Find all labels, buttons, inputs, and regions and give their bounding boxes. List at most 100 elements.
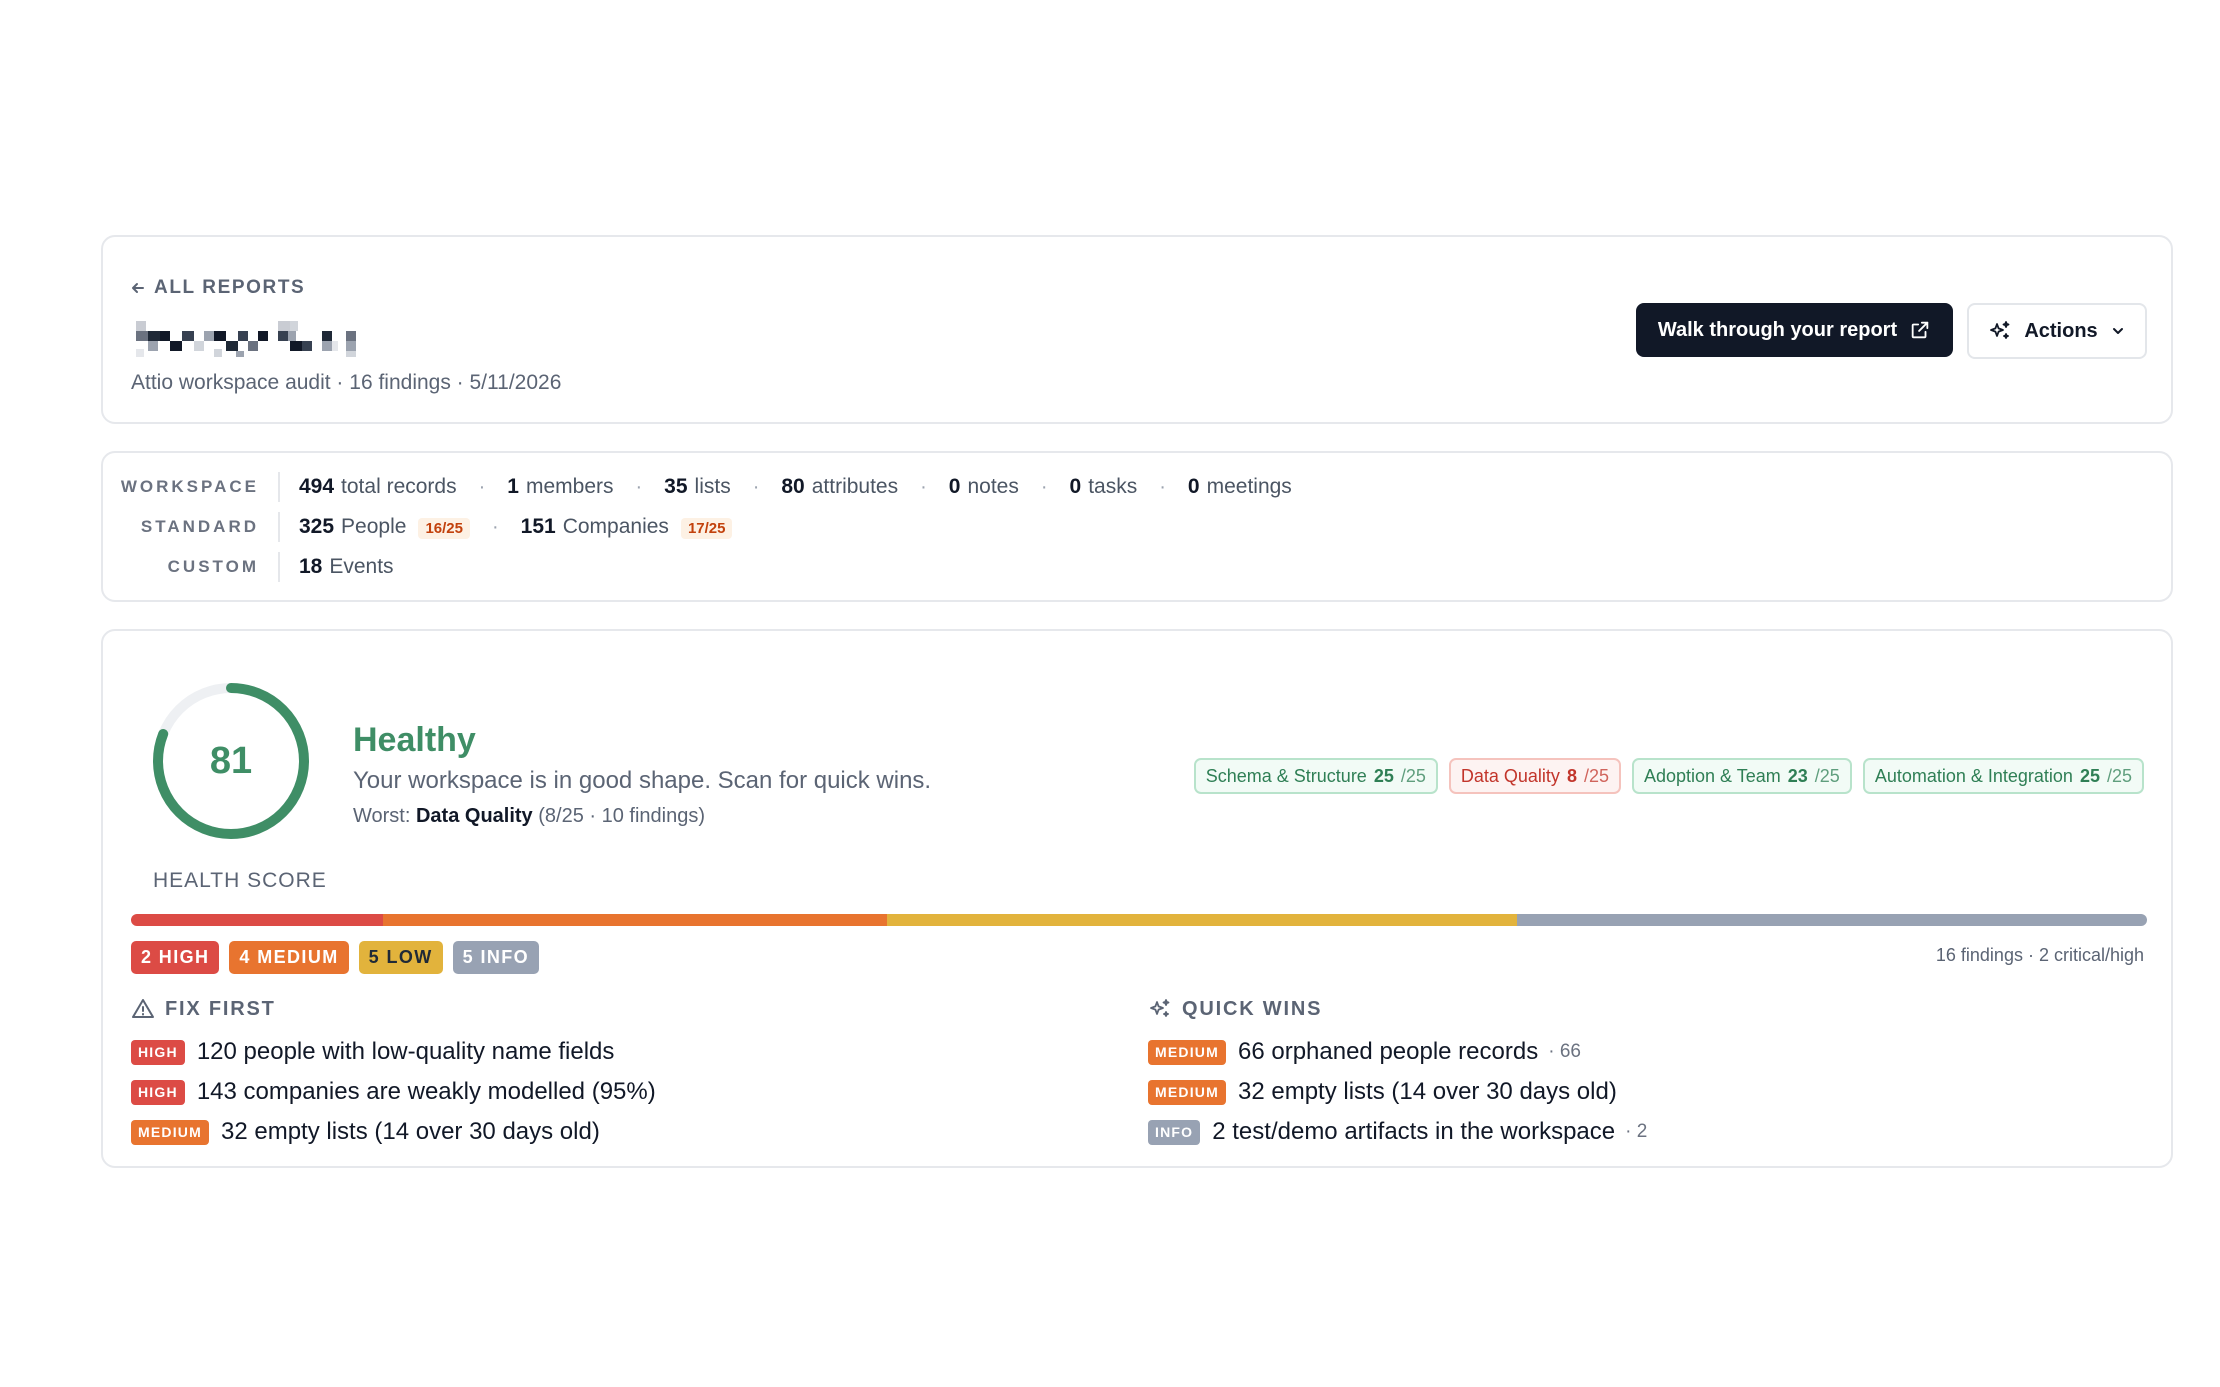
walk-through-label: Walk through your report — [1657, 318, 1898, 341]
finding-text: 120 people with low-quality name fields — [196, 1038, 615, 1065]
category-name: Adoption & Team — [1643, 765, 1781, 786]
category-pill[interactable]: Automation & Integration 25/25 — [1862, 758, 2144, 794]
workspace-stats-row: WORKSPACE 494 total records · 1 members · 35 li… — [103, 472, 2171, 502]
separator-dot: · — [1159, 475, 1166, 498]
stat-item: 0 notes — [949, 475, 1019, 499]
walk-through-report-button[interactable]: Walk through your report — [1636, 303, 1953, 357]
finding-row[interactable]: INFO 2 test/demo artifacts in the workspa… — [1148, 1112, 1647, 1152]
fix-first-list: HIGH 120 people with low-quality name fie… — [131, 1032, 656, 1152]
severity-tag: MEDIUM — [1148, 1079, 1226, 1105]
divider — [278, 472, 280, 502]
stat-label-text: notes — [967, 475, 1019, 498]
severity-segment — [887, 914, 1517, 926]
stat-value: 0 — [1187, 475, 1200, 498]
fix-first-heading: FIX FIRST — [131, 994, 656, 1024]
category-pill[interactable]: Schema & Structure 25/25 — [1193, 758, 1438, 794]
stat-label-text: Events — [329, 555, 394, 578]
category-max: /25 — [2106, 765, 2132, 786]
severity-segment — [1517, 914, 2147, 926]
severity-badge[interactable]: 4 MEDIUM — [229, 941, 349, 974]
redacted-workspace-name — [136, 321, 356, 357]
severity-tag: MEDIUM — [1148, 1039, 1226, 1065]
quick-wins-section: QUICK WINS MEDIUM 66 orphaned people reco… — [1148, 994, 1647, 1152]
stat-value: 151 — [520, 515, 556, 538]
finding-count: · 66 — [1548, 1041, 1581, 1062]
standard-stat-items: 325 People 16/25 · 151 Companies 17/25 — [299, 512, 733, 542]
stat-item: 35 lists — [664, 475, 731, 499]
stat-label-text: meetings — [1206, 475, 1292, 498]
stat-item: 0 meetings — [1188, 475, 1292, 499]
separator-dot: · — [752, 475, 760, 498]
workspace-label: WORKSPACE — [120, 477, 259, 496]
severity-tag: INFO — [1148, 1119, 1201, 1145]
custom-stat-items: 18 Events — [299, 552, 394, 582]
object-score-badge: 17/25 — [680, 518, 733, 539]
stat-item: 151 Companies 17/25 — [521, 515, 733, 539]
health-description: Your workspace is in good shape. Scan fo… — [353, 767, 932, 794]
sparkles-icon — [1990, 321, 2010, 339]
stat-label-text: tasks — [1088, 475, 1138, 498]
separator-dot: · — [1040, 475, 1048, 498]
stat-label-text: People — [341, 515, 407, 538]
object-score-badge: 16/25 — [418, 518, 470, 539]
all-reports-label: ALL REPORTS — [154, 277, 306, 298]
arrow-left-icon — [132, 283, 144, 293]
finding-row[interactable]: HIGH 143 companies are weakly modelled (9… — [131, 1072, 656, 1112]
category-max: /25 — [1400, 765, 1426, 786]
health-score-card: 81 HEALTH SCORE Healthy Your workspace i… — [101, 629, 2173, 1168]
category-name: Schema & Structure — [1205, 765, 1367, 786]
divider — [278, 552, 280, 582]
stat-value: 325 — [299, 515, 335, 538]
finding-text: 143 companies are weakly modelled (95%) — [196, 1078, 656, 1105]
separator-dot: · — [635, 475, 643, 498]
workspace-stats-card: WORKSPACE 494 total records · 1 members · 35 li… — [101, 451, 2173, 602]
stat-item: 325 People 16/25 — [299, 515, 470, 539]
custom-label: CUSTOM — [167, 557, 259, 576]
stat-label-text: attributes — [811, 475, 899, 498]
worst-category: Worst: Data Quality (8/25 · 10 findings) — [353, 805, 705, 828]
quick-wins-heading: QUICK WINS — [1148, 994, 1647, 1024]
finding-row[interactable]: HIGH 120 people with low-quality name fie… — [131, 1032, 656, 1072]
custom-stats-row: CUSTOM 18 Events — [103, 552, 2171, 582]
severity-tag: MEDIUM — [131, 1119, 209, 1145]
stat-value: 35 — [664, 475, 688, 498]
health-score-label: HEALTH SCORE — [153, 869, 327, 892]
severity-distribution-bar — [131, 914, 2147, 926]
stat-label-text: total records — [341, 475, 457, 498]
category-pill[interactable]: Adoption & Team 23/25 — [1631, 758, 1852, 794]
findings-summary: 16 findings · 2 critical/high — [1935, 945, 2144, 965]
finding-row[interactable]: MEDIUM 32 empty lists (14 over 30 days ol… — [131, 1112, 656, 1152]
finding-row[interactable]: MEDIUM 66 orphaned people records · 66 — [1148, 1032, 1647, 1072]
severity-badge[interactable]: 5 INFO — [452, 941, 540, 974]
report-subtitle: Attio workspace audit · 16 findings · 5/… — [131, 371, 562, 394]
category-max: /25 — [1814, 765, 1840, 786]
category-name: Data Quality — [1460, 765, 1560, 786]
severity-badge[interactable]: 5 LOW — [358, 941, 443, 974]
warning-triangle-icon — [132, 999, 154, 1018]
all-reports-link[interactable]: ALL REPORTS — [130, 277, 305, 299]
stat-item: 18 Events — [299, 555, 394, 579]
stat-value: 0 — [1069, 475, 1082, 498]
worst-category-name: Data Quality — [415, 805, 533, 827]
health-status: Healthy — [353, 721, 476, 759]
category-score: 25 — [1373, 765, 1394, 786]
category-max: /25 — [1583, 765, 1609, 786]
actions-dropdown-button[interactable]: Actions — [1967, 303, 2147, 359]
stat-item: 80 attributes — [781, 475, 898, 499]
finding-text: 66 orphaned people records — [1237, 1038, 1539, 1065]
severity-tag: HIGH — [131, 1039, 185, 1065]
category-score-pills: Schema & Structure 25/25 Data Quality 8/25 A… — [1193, 758, 2144, 794]
category-pill[interactable]: Data Quality 8/25 — [1448, 758, 1621, 794]
severity-badge[interactable]: 2 HIGH — [131, 941, 220, 974]
workspace-stat-items: 494 total records · 1 members · 35 lists · 80 attr… — [299, 472, 1292, 502]
separator-dot: · — [920, 475, 927, 498]
stat-value: 494 — [299, 475, 335, 498]
stat-label-text: members — [525, 475, 614, 498]
severity-badges: 2 HIGH 4 MEDIUM 5 LOW 5 INFO — [131, 941, 540, 974]
standard-stats-row: STANDARD 325 People 16/25 · 151 Companies 17/2… — [103, 512, 2171, 542]
category-score: 8 — [1566, 765, 1577, 786]
standard-label: STANDARD — [140, 517, 259, 536]
worst-category-detail: (8/25 · 10 findings) — [538, 805, 706, 827]
finding-row[interactable]: MEDIUM 32 empty lists (14 over 30 days ol… — [1148, 1072, 1647, 1112]
quick-wins-title: QUICK WINS — [1182, 997, 1323, 1020]
